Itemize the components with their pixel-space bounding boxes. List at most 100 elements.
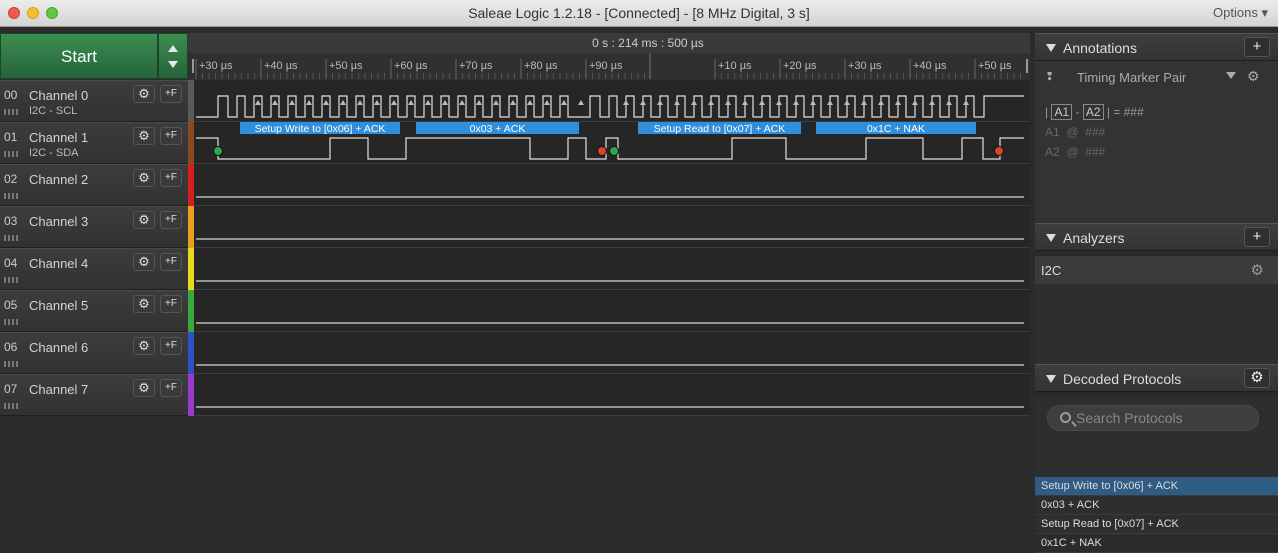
channel-color-strip bbox=[188, 122, 194, 164]
channel-name[interactable]: Channel 5 bbox=[29, 298, 88, 313]
analyzers-title: Analyzers bbox=[1063, 230, 1125, 246]
decoded-bubble-label: Setup Write to [0x06] + ACK bbox=[255, 123, 386, 135]
annotations-title: Annotations bbox=[1063, 40, 1137, 56]
decoded-protocol-row[interactable]: Setup Write to [0x06] + ACK bbox=[1035, 477, 1278, 496]
channel-lane[interactable] bbox=[188, 332, 1030, 374]
trigger-edge-button[interactable]: +F bbox=[160, 379, 182, 397]
analyzers-header[interactable]: Analyzers + bbox=[1035, 223, 1278, 251]
arrow-up-icon[interactable] bbox=[168, 45, 178, 52]
decoded-protocols-header[interactable]: Decoded Protocols ⚙ bbox=[1035, 364, 1278, 392]
gear-icon[interactable]: ⚙ bbox=[133, 127, 155, 145]
ruler-tick-label: +80 µs bbox=[524, 60, 558, 72]
add-analyzer-button[interactable]: + bbox=[1244, 227, 1270, 247]
gear-icon[interactable]: ⚙ bbox=[1247, 68, 1260, 85]
search-input[interactable] bbox=[1076, 409, 1251, 427]
gear-icon[interactable]: ⚙ bbox=[133, 379, 155, 397]
channel-name[interactable]: Channel 7 bbox=[29, 382, 88, 397]
channel-name[interactable]: Channel 1 bbox=[29, 130, 88, 145]
drag-handle-icon[interactable] bbox=[4, 235, 18, 241]
pin-icon: ❢ bbox=[1045, 71, 1055, 83]
timing-marker-pair-label[interactable]: Timing Marker Pair bbox=[1077, 70, 1186, 85]
marker-measurement: | A1 - A2 | = ### bbox=[1045, 104, 1144, 120]
start-button[interactable]: Start bbox=[0, 33, 158, 79]
channel-row[interactable]: 04 Channel 4 ⚙ +F bbox=[0, 248, 188, 290]
gear-icon[interactable]: ⚙ bbox=[1244, 368, 1270, 388]
channel-name[interactable]: Channel 3 bbox=[29, 214, 88, 229]
annotations-header[interactable]: Annotations + bbox=[1035, 33, 1278, 61]
left-scroll-handle-icon[interactable] bbox=[192, 59, 194, 73]
waveform-canvas[interactable]: 0 s : 214 ms : 500 µs +30 µs +40 µs +50 µs +… bbox=[188, 33, 1030, 416]
gear-icon[interactable]: ⚙ bbox=[133, 295, 155, 313]
decoded-bubble-label: 0x1C + NAK bbox=[867, 123, 925, 135]
dropdown-triangle-icon[interactable] bbox=[1226, 72, 1236, 79]
trigger-edge-button[interactable]: +F bbox=[160, 85, 182, 103]
channel-color-strip bbox=[188, 332, 194, 374]
channel-lane[interactable] bbox=[188, 206, 1030, 248]
arrow-down-icon[interactable] bbox=[168, 61, 178, 68]
right-scroll-handle-icon[interactable] bbox=[1026, 59, 1028, 73]
channel-row[interactable]: 07 Channel 7 ⚙ +F bbox=[0, 374, 188, 416]
drag-handle-icon[interactable] bbox=[4, 361, 18, 367]
ruler-tick-label: +10 µs bbox=[718, 60, 752, 72]
drag-handle-icon[interactable] bbox=[4, 151, 18, 157]
drag-handle-icon[interactable] bbox=[4, 319, 18, 325]
decoded-bubble-label: 0x03 + ACK bbox=[470, 123, 526, 135]
search-box[interactable] bbox=[1047, 405, 1259, 431]
collapse-triangle-icon[interactable] bbox=[1046, 44, 1056, 52]
marker-a2-box[interactable]: A2 bbox=[1082, 104, 1104, 120]
channel-row[interactable]: 03 Channel 3 ⚙ +F bbox=[0, 206, 188, 248]
channel-row[interactable]: 01 Channel 1 I2C - SDA ⚙ +F bbox=[0, 122, 188, 164]
ruler-tick-label: +20 µs bbox=[783, 60, 817, 72]
add-annotation-button[interactable]: + bbox=[1244, 37, 1270, 57]
channel-lane[interactable] bbox=[188, 374, 1030, 416]
channel-lane[interactable] bbox=[188, 248, 1030, 290]
trigger-edge-button[interactable]: +F bbox=[160, 337, 182, 355]
trigger-edge-button[interactable]: +F bbox=[160, 211, 182, 229]
channel-name[interactable]: Channel 0 bbox=[29, 88, 88, 103]
channel-lane[interactable] bbox=[188, 164, 1030, 206]
gear-icon[interactable]: ⚙ bbox=[133, 253, 155, 271]
channel-row[interactable]: 02 Channel 2 ⚙ +F bbox=[0, 164, 188, 206]
trigger-edge-button[interactable]: +F bbox=[160, 127, 182, 145]
channel-row[interactable]: 00 Channel 0 I2C - SCL ⚙ +F bbox=[0, 80, 188, 122]
channel-lane[interactable] bbox=[188, 290, 1030, 332]
channel-row[interactable]: 05 Channel 5 ⚙ +F bbox=[0, 290, 188, 332]
drag-handle-icon[interactable] bbox=[4, 403, 18, 409]
options-menu[interactable]: Options ▾ bbox=[1213, 5, 1268, 21]
ruler-tick-label: +50 µs bbox=[978, 60, 1012, 72]
gear-icon[interactable]: ⚙ bbox=[133, 85, 155, 103]
channel-number: 03 bbox=[4, 214, 18, 228]
gear-icon[interactable]: ⚙ bbox=[133, 169, 155, 187]
channel-name[interactable]: Channel 4 bbox=[29, 256, 88, 271]
channel-number: 00 bbox=[4, 88, 18, 102]
channel-name[interactable]: Channel 6 bbox=[29, 340, 88, 355]
analyzer-label: I2C bbox=[1041, 263, 1062, 278]
analyzer-item[interactable]: I2C ⚙ bbox=[1035, 256, 1278, 284]
marker-a1-box[interactable]: A1 bbox=[1051, 104, 1073, 120]
drag-handle-icon[interactable] bbox=[4, 277, 18, 283]
decoded-bubble-label: Setup Read to [0x07] + ACK bbox=[654, 123, 786, 135]
gear-icon[interactable]: ⚙ bbox=[1251, 261, 1264, 279]
stop-marker-icon bbox=[597, 146, 607, 156]
ruler-tick-label: +90 µs bbox=[589, 60, 623, 72]
trigger-edge-button[interactable]: +F bbox=[160, 169, 182, 187]
start-options-stepper[interactable] bbox=[158, 33, 188, 79]
channel-number: 05 bbox=[4, 298, 18, 312]
trigger-edge-button[interactable]: +F bbox=[160, 253, 182, 271]
channel-name[interactable]: Channel 2 bbox=[29, 172, 88, 187]
drag-handle-icon[interactable] bbox=[4, 193, 18, 199]
decoded-protocol-row[interactable]: 0x03 + ACK bbox=[1035, 496, 1278, 515]
waveform-view[interactable]: 0 s : 214 ms : 500 µs +30 µs +40 µs +50 µs +… bbox=[188, 33, 1030, 416]
channel-row[interactable]: 06 Channel 6 ⚙ +F bbox=[0, 332, 188, 374]
gear-icon[interactable]: ⚙ bbox=[133, 337, 155, 355]
drag-handle-icon[interactable] bbox=[4, 109, 18, 115]
gear-icon[interactable]: ⚙ bbox=[133, 211, 155, 229]
collapse-triangle-icon[interactable] bbox=[1046, 234, 1056, 242]
decoded-protocol-row[interactable]: 0x1C + NAK bbox=[1035, 534, 1278, 553]
channel-number: 07 bbox=[4, 382, 18, 396]
channel-number: 02 bbox=[4, 172, 18, 186]
trigger-edge-button[interactable]: +F bbox=[160, 295, 182, 313]
side-panel: Annotations + ❢ Timing Marker Pair ⚙ | A… bbox=[1035, 33, 1278, 553]
decoded-protocol-row[interactable]: Setup Read to [0x07] + ACK bbox=[1035, 515, 1278, 534]
collapse-triangle-icon[interactable] bbox=[1046, 375, 1056, 383]
